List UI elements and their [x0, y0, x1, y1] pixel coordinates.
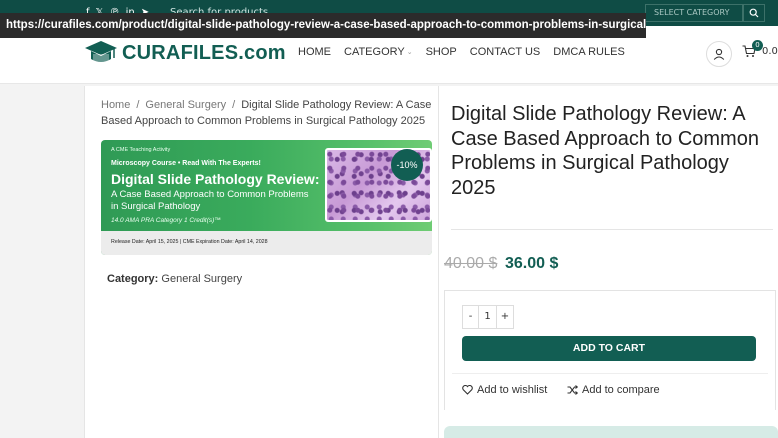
price-new: 36.00 $: [505, 255, 559, 272]
divider: [451, 229, 773, 230]
cart-total: 0.0: [762, 46, 778, 57]
search-icon: [749, 8, 759, 18]
category-label: Category:: [107, 273, 159, 285]
nav-category-label: CATEGORY: [344, 46, 405, 58]
nav-shop-label: SHOP: [425, 46, 457, 58]
heart-icon: [462, 385, 473, 395]
product-image[interactable]: A CME Teaching Activity Microscopy Cours…: [101, 140, 432, 255]
cart-button[interactable]: 0 0.0: [742, 40, 778, 58]
image-dates: Release Date: April 15, 2025 | CME Expir…: [111, 239, 268, 245]
nav-dmca-label: DMCA RULES: [553, 46, 625, 58]
url-tooltip: https://curafiles.com/product/digital-sl…: [0, 13, 646, 38]
product-category: Category: General Surgery: [107, 273, 242, 285]
add-to-compare-link[interactable]: Add to compare: [567, 384, 660, 396]
quantity-stepper: - 1 +: [462, 305, 514, 329]
next-section-edge: [444, 426, 778, 438]
nav-contact-label: CONTACT US: [469, 46, 541, 58]
qty-plus-button[interactable]: +: [497, 306, 513, 328]
product-gallery-panel: [84, 86, 438, 438]
breadcrumb: Home / General Surgery / Digital Slide Patho…: [101, 99, 432, 127]
logo-text: CURAFILES.com: [122, 41, 286, 64]
divider: [452, 373, 768, 374]
main-nav: HOME CATEGORY ⌄ SHOP CONTACT US DMCA RULE…: [298, 46, 638, 58]
category-link[interactable]: General Surgery: [161, 273, 242, 285]
product-title: Digital Slide Pathology Review: A Case B…: [451, 103, 759, 199]
image-kicker: A CME Teaching Activity: [111, 147, 171, 153]
site-logo[interactable]: CURAFILES.com: [84, 39, 286, 67]
wishlist-label: Add to wishlist: [477, 384, 548, 396]
nav-contact[interactable]: CONTACT US: [470, 46, 541, 58]
image-subtitle: A Case Based Approach to Common Problems…: [111, 189, 309, 212]
nav-home-label: HOME: [298, 46, 331, 58]
chevron-down-icon: ⌄: [406, 49, 413, 56]
user-icon: [713, 48, 725, 60]
price-old: 40.00 $: [444, 255, 498, 272]
qty-input[interactable]: 1: [479, 306, 497, 328]
add-to-cart-button[interactable]: ADD TO CART: [462, 336, 756, 361]
discount-badge: -10%: [391, 149, 423, 181]
graduation-cap-icon: [85, 41, 117, 62]
breadcrumb-home[interactable]: Home: [101, 99, 130, 111]
image-footer: Release Date: April 15, 2025 | CME Expir…: [101, 231, 432, 255]
nav-category[interactable]: CATEGORY ⌄: [344, 46, 413, 58]
search-button[interactable]: [743, 4, 765, 22]
nav-shop[interactable]: SHOP: [426, 46, 457, 58]
breadcrumb-category[interactable]: General Surgery: [145, 99, 226, 111]
cart-count-badge: 0: [752, 40, 763, 51]
compare-label: Add to compare: [582, 384, 660, 396]
category-select[interactable]: SELECT CATEGORY: [645, 4, 743, 22]
add-to-wishlist-link[interactable]: Add to wishlist: [462, 384, 547, 396]
nav-dmca[interactable]: DMCA RULES: [553, 46, 625, 58]
image-credits: 14.0 AMA PRA Category 1 Credit(s)™: [111, 217, 221, 224]
account-button[interactable]: [706, 41, 732, 67]
image-title: Digital Slide Pathology Review:: [111, 171, 320, 187]
nav-home[interactable]: HOME: [298, 46, 331, 58]
shuffle-icon: [567, 385, 578, 395]
image-course: Microscopy Course • Read With The Expert…: [111, 160, 261, 167]
qty-minus-button[interactable]: -: [463, 306, 479, 328]
